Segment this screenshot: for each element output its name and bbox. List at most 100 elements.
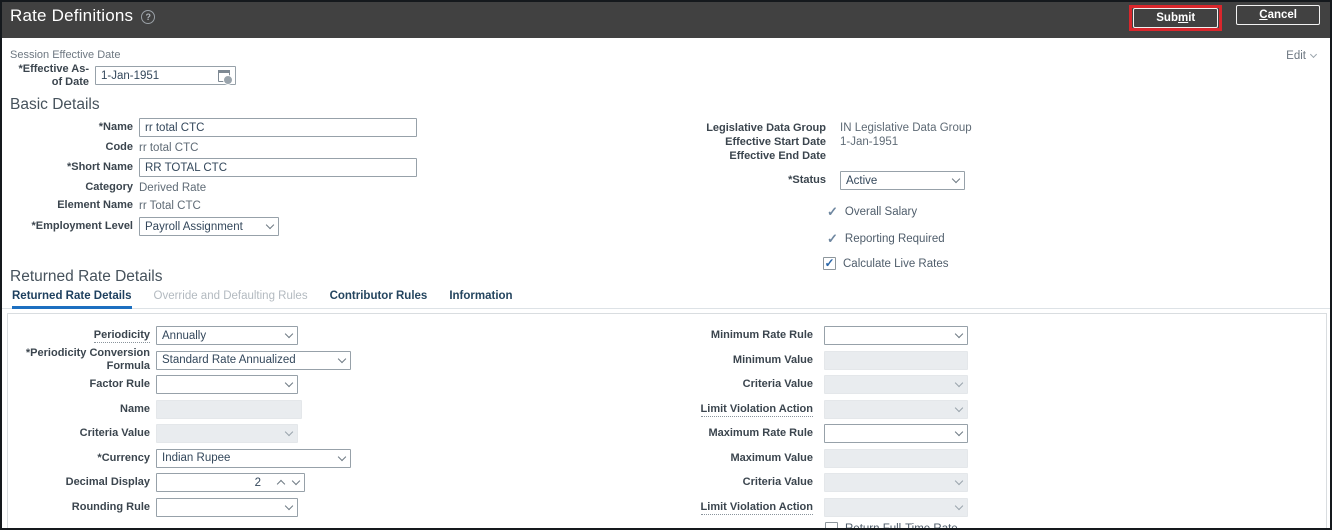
name-input[interactable]: rr total CTC [139,118,417,137]
basic-details-left-column: *Name rr total CTC Code rr total CTC *Sh… [10,118,417,239]
chevron-down-icon [954,403,964,412]
tab-returned-rate-details[interactable]: Returned Rate Details [12,290,132,309]
periodicity-conversion-formula-value: Standard Rate Annualized [162,354,296,366]
calculate-live-rates-checkbox[interactable]: ✓ [823,257,836,270]
effective-as-of-date-input[interactable]: 1-Jan-1951 [95,66,236,85]
status-select[interactable]: Active [840,171,965,190]
minimum-rate-rule-row: Minimum Rate Rule [603,326,968,345]
tab-override-and-defaulting-rules: Override and Defaulting Rules [153,290,308,302]
short-name-input[interactable]: RR TOTAL CTC [139,158,417,177]
submit-button[interactable]: Submit [1133,8,1219,28]
page-title-group: Rate Definitions ? [10,6,156,26]
max-limit-violation-action-select-disabled [824,497,968,517]
tab-contributor-rules[interactable]: Contributor Rules [330,290,428,308]
maximum-rate-rule-label: Maximum Rate Rule [708,427,813,439]
short-name-value: RR TOTAL CTC [145,161,227,174]
criteria-value-label: Criteria Value [742,378,813,390]
status-row: *Status Active [565,171,972,190]
legislative-data-group-label: Legislative Data Group [706,121,826,134]
returned-rate-tabs: Returned Rate Details Override and Defau… [2,290,1330,309]
return-full-time-rate-checkbox[interactable] [825,522,838,528]
return-full-time-rate-label: Return Full-Time Rate [845,522,958,530]
decimal-display-stepper[interactable]: 2 [156,473,305,492]
minimum-value-input-disabled [824,350,968,370]
code-value: rr total CTC [139,141,199,154]
page-header: Rate Definitions ? Submit Cancel [2,2,1330,38]
periodicity-conversion-formula-label: *Periodicity Conversion Formula [25,347,150,372]
name-row: *Name rr total CTC [10,118,417,137]
tab-information[interactable]: Information [449,290,512,308]
short-name-row: *Short Name RR TOTAL CTC [10,158,417,177]
maximum-value-row: Maximum Value [603,448,968,468]
maximum-rate-rule-select[interactable] [824,424,968,443]
maximum-value-label: Maximum Value [730,451,813,464]
factor-rule-select[interactable] [156,375,298,394]
status-value: Active [846,174,878,187]
annotation-highlight-box: Submit [1129,5,1223,31]
cancel-label-post: ancel [1267,9,1297,21]
basic-details-heading: Basic Details [10,96,100,113]
session-effective-date-label: Session Effective Date [10,49,121,61]
effective-as-of-date-row: *Effective As-of Date 1-Jan-1951 [10,63,236,88]
return-full-time-rate-row: Return Full-Time Rate [825,522,968,530]
employment-level-select[interactable]: Payroll Assignment [139,217,279,236]
max-criteria-value-select-disabled [824,473,968,492]
cancel-button[interactable]: Cancel [1236,5,1320,25]
category-label: Category [85,181,133,193]
legislative-data-group-row: Legislative Data Group IN Legislative Da… [565,121,972,135]
periodicity-conversion-formula-row: *Periodicity Conversion Formula Standard… [8,347,351,372]
chevron-down-icon [954,378,964,388]
min-limit-violation-action-select-disabled [824,399,968,419]
effective-as-of-date-value: 1-Jan-1951 [101,69,160,82]
submit-label-pre: Sub [1156,12,1178,24]
minimum-value-label: Minimum Value [732,353,813,366]
max-limit-violation-action-row: Limit Violation Action [603,497,968,517]
periodicity-conversion-formula-select[interactable]: Standard Rate Annualized [156,350,351,370]
chevron-down-icon[interactable] [291,476,301,486]
min-limit-violation-action-row: Limit Violation Action [603,399,968,419]
status-label: *Status [788,174,826,186]
periodicity-label-text: Periodicity [93,329,150,343]
effective-as-of-date-label: *Effective As-of Date [18,62,89,88]
check-icon: ✓ [824,255,835,270]
check-icon: ✓ [827,231,838,246]
periodicity-select[interactable]: Annually [156,326,298,345]
currency-select[interactable]: Indian Rupee [156,448,351,468]
employment-level-label: *Employment Level [31,220,133,232]
chevron-down-icon [337,452,347,461]
panel-left-column: Periodicity Annually *Periodicity Conver… [8,326,351,522]
periodicity-value: Annually [162,329,207,342]
rate-definitions-page: Rate Definitions ? Submit Cancel Session… [0,0,1332,530]
help-icon[interactable]: ? [141,10,156,24]
currency-label: *Currency [97,451,150,464]
factor-name-input-disabled [156,399,302,419]
chevron-down-icon [284,501,294,510]
decimal-display-label: Decimal Display [65,476,150,488]
limit-violation-action-label-text: Limit Violation Action [700,500,813,515]
submit-label-mnemonic: m [1178,12,1189,24]
cancel-label-mnemonic: C [1259,9,1268,21]
criteria-value-row-left: Criteria Value [8,424,351,443]
effective-end-date-label: Effective End Date [729,149,826,162]
basic-details-right-column: Legislative Data Group IN Legislative Da… [565,121,972,270]
chevron-up-icon[interactable] [276,479,286,489]
chevron-down-icon [954,476,964,486]
maximum-rate-rule-row: Maximum Rate Rule [603,424,968,443]
legislative-data-group-value: IN Legislative Data Group [840,122,972,134]
currency-value: Indian Rupee [162,452,231,464]
reporting-required-check-row: ✓ Reporting Required [827,231,972,247]
chevron-down-icon [284,378,294,388]
rounding-rule-row: Rounding Rule [8,497,351,517]
category-value: Derived Rate [139,181,207,194]
code-label: Code [105,141,134,153]
date-picker-icon[interactable] [218,69,233,85]
edit-menu-button[interactable]: Edit [1286,50,1318,62]
minimum-rate-rule-select[interactable] [824,326,968,345]
rounding-rule-select[interactable] [156,497,298,517]
overall-salary-label: Overall Salary [844,206,918,218]
criteria-value-select-disabled [156,424,298,443]
calculate-live-rates-label: Calculate Live Rates [843,257,949,270]
criteria-value-label: Criteria Value [79,427,150,439]
factor-name-row: Name [8,399,351,419]
chevron-down-icon [265,220,275,230]
